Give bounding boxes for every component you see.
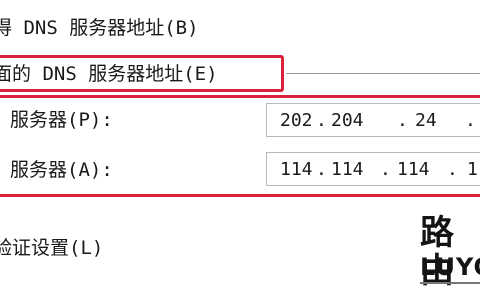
octet-separator: . xyxy=(380,159,391,180)
watermark-underline xyxy=(420,282,480,284)
preferred-dns-octet-2: 204 xyxy=(331,110,364,131)
alternate-dns-octet-2: 114 xyxy=(331,159,364,180)
group-box-line xyxy=(286,73,480,74)
use-following-dns-option[interactable]: 面的 DNS 服务器地址(E) xyxy=(0,62,218,86)
watermark-logo-subtext: LUYO xyxy=(420,253,480,281)
preferred-dns-label: 服务器(P): xyxy=(10,109,113,131)
validate-settings-label: 验证设置(L) xyxy=(0,237,104,259)
alternate-dns-octet-1: 114 xyxy=(280,159,313,180)
preferred-dns-octet-1: 202 xyxy=(280,110,313,131)
alternate-dns-input[interactable]: 114 . 114 . 114 . 1 xyxy=(266,152,480,186)
alternate-dns-octet-4: 1 xyxy=(467,159,478,180)
obtain-dns-auto-option[interactable]: 得 DNS 服务器地址(B) xyxy=(0,16,199,40)
preferred-dns-input[interactable]: 202 . 204 . 24 . xyxy=(266,103,480,137)
octet-separator: . xyxy=(447,159,458,180)
use-following-dns-label: 面的 DNS 服务器地址(E) xyxy=(0,63,218,85)
octet-separator: . xyxy=(397,110,408,131)
obtain-dns-auto-label: 得 DNS 服务器地址(B) xyxy=(0,17,199,39)
octet-separator: . xyxy=(316,159,327,180)
site-watermark-logo: 路由 LUYO xyxy=(420,214,480,292)
preferred-dns-octet-3: 24 xyxy=(415,110,437,131)
validate-settings-option[interactable]: 验证设置(L) xyxy=(0,236,103,260)
octet-separator: . xyxy=(316,110,327,131)
alternate-dns-octet-3: 114 xyxy=(397,159,430,180)
octet-separator: . xyxy=(465,110,476,131)
alternate-dns-label: 服务器(A): xyxy=(10,159,113,181)
